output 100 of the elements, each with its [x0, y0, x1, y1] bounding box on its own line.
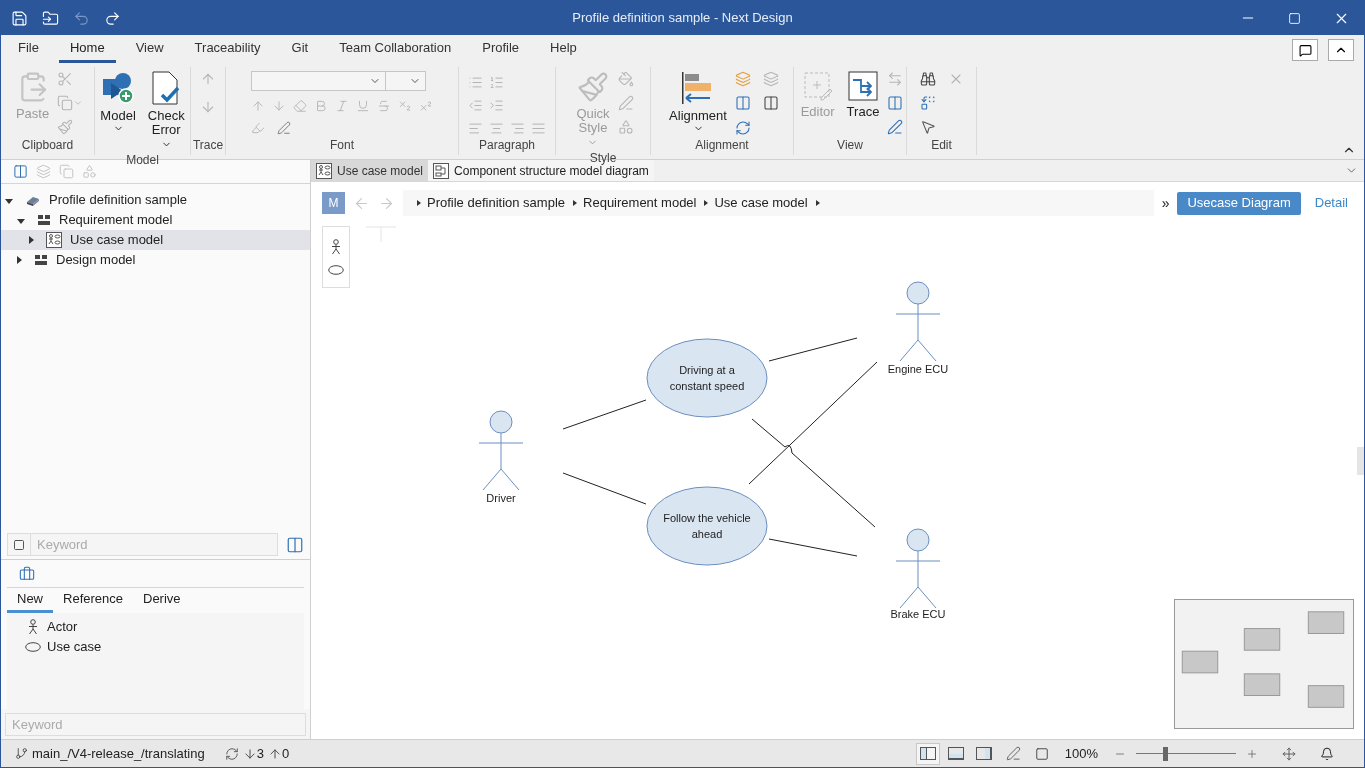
- strikethrough-icon[interactable]: [377, 99, 391, 113]
- columns-icon[interactable]: [887, 95, 904, 111]
- toolbox-item[interactable]: Use case: [7, 637, 304, 657]
- pages-icon[interactable]: [59, 164, 74, 179]
- superscript-icon[interactable]: [419, 99, 433, 113]
- tree-label: Profile definition sample: [49, 191, 188, 210]
- use-case[interactable]: [646, 486, 768, 566]
- find-icon[interactable]: [919, 71, 936, 87]
- folder-icon[interactable]: [42, 9, 59, 27]
- underline-icon[interactable]: [356, 99, 370, 113]
- ribbon-tab[interactable]: Home: [58, 35, 116, 63]
- breadcrumb-arrow-icon[interactable]: [815, 200, 820, 206]
- grow-font-icon[interactable]: [251, 99, 265, 113]
- copy-icon[interactable]: [57, 95, 74, 111]
- document-check-icon: [151, 71, 182, 105]
- fill-icon[interactable]: [617, 71, 634, 87]
- keyword-field[interactable]: Keyword: [5, 712, 306, 736]
- collapse-arrow-icon[interactable]: [5, 198, 13, 204]
- use-case[interactable]: [646, 338, 768, 418]
- toolbox-icon[interactable]: [19, 565, 35, 582]
- zoom-slider-thumb[interactable]: [1163, 746, 1168, 761]
- ribbon-tab[interactable]: Profile: [471, 35, 531, 63]
- toolbox-tab[interactable]: Derive: [133, 588, 191, 613]
- comment-button[interactable]: [1292, 39, 1318, 61]
- collapse-arrow-icon[interactable]: [17, 218, 25, 224]
- swap-icon[interactable]: [887, 71, 904, 87]
- notification-icon[interactable]: [1320, 746, 1334, 761]
- ribbon-tab[interactable]: Traceability: [183, 35, 272, 63]
- tree-item[interactable]: Profile definition sample: [1, 190, 310, 210]
- ribbon-tab[interactable]: View: [124, 35, 175, 63]
- increase-indent-icon[interactable]: [489, 98, 504, 113]
- ribbon-button[interactable]: Alignment: [665, 67, 731, 136]
- breadcrumb-item[interactable]: Profile definition sample: [417, 193, 566, 213]
- branch-name[interactable]: main_/V4-release_/translating: [32, 743, 205, 764]
- overflow-button[interactable]: »: [1161, 192, 1170, 214]
- move-up-icon[interactable]: [200, 71, 216, 87]
- maximize-icon[interactable]: [1288, 11, 1301, 25]
- breadcrumb-item[interactable]: Use case model: [704, 193, 808, 213]
- tree-item[interactable]: Use case model: [1, 230, 310, 250]
- ribbon-button[interactable]: Model: [96, 67, 140, 151]
- breadcrumb-item[interactable]: Requirement model: [573, 193, 697, 213]
- font-size-dropdown[interactable]: [386, 71, 426, 91]
- detail-link[interactable]: Detail: [1308, 193, 1354, 213]
- eraser-icon[interactable]: [293, 99, 307, 113]
- sync-icon[interactable]: [224, 746, 239, 761]
- decrease-indent-icon[interactable]: [468, 98, 483, 113]
- group-label: Font: [330, 137, 354, 154]
- ribbon-button[interactable]: Check Error: [143, 67, 189, 151]
- actor-figure[interactable]: [895, 281, 941, 362]
- actor-figure[interactable]: [478, 410, 524, 491]
- ribbon-tab[interactable]: Help: [539, 35, 588, 63]
- align-center-icon[interactable]: [489, 121, 504, 136]
- zoom-in-icon[interactable]: [1246, 747, 1258, 760]
- tree-item[interactable]: Requirement model: [1, 210, 310, 230]
- ribbon-tab[interactable]: File: [7, 35, 50, 63]
- bullet-list-icon[interactable]: [468, 75, 483, 90]
- undo-icon[interactable]: [73, 9, 90, 27]
- shapes-icon[interactable]: [617, 119, 634, 135]
- layout-button[interactable]: [915, 742, 940, 765]
- redo-icon[interactable]: [104, 9, 121, 27]
- pen-icon[interactable]: [887, 119, 904, 135]
- minimap-node: [1243, 673, 1281, 696]
- expand-arrow-icon[interactable]: [17, 256, 22, 264]
- pen-icon[interactable]: [1005, 746, 1021, 761]
- subscript-icon[interactable]: [398, 99, 412, 113]
- toolbox-item[interactable]: Actor: [7, 617, 304, 637]
- format-painter-icon[interactable]: [57, 119, 74, 135]
- toolbox-tab[interactable]: Reference: [53, 588, 133, 613]
- document-tab[interactable]: Use case model: [311, 160, 429, 181]
- align-left-icon[interactable]: [468, 121, 483, 136]
- line-color-icon[interactable]: [617, 95, 634, 111]
- move-down-icon[interactable]: [200, 99, 216, 115]
- shrink-font-icon[interactable]: [272, 99, 286, 113]
- highlighter-icon[interactable]: [251, 121, 265, 135]
- expand-arrow-icon[interactable]: [29, 236, 34, 244]
- align-justify-icon[interactable]: [531, 121, 546, 136]
- tree-label: Requirement model: [59, 211, 173, 230]
- select-icon[interactable]: [919, 119, 936, 135]
- rotate-icon[interactable]: [734, 119, 751, 136]
- numbered-list-icon[interactable]: [489, 75, 504, 90]
- ribbon-tab[interactable]: Team Collaboration: [328, 35, 463, 63]
- actor-label: Driver: [486, 492, 516, 504]
- scissors-icon[interactable]: [57, 71, 74, 87]
- bold-icon[interactable]: [314, 99, 328, 113]
- ribbon-tab[interactable]: Git: [280, 35, 320, 63]
- fit-icon[interactable]: [1282, 746, 1296, 761]
- align-right-icon[interactable]: [510, 121, 525, 136]
- minimap-node: [1243, 628, 1281, 651]
- font-family-dropdown[interactable]: [251, 71, 386, 91]
- replace-icon[interactable]: [919, 95, 936, 111]
- ribbon-button[interactable]: Trace: [842, 67, 884, 136]
- keyword-field[interactable]: Keyword: [31, 533, 278, 556]
- view-button[interactable]: Usecase Diagram: [1177, 191, 1301, 215]
- save-icon[interactable]: [11, 9, 28, 27]
- collapse-handle[interactable]: [1357, 447, 1364, 475]
- zoom-slider[interactable]: [1136, 746, 1236, 761]
- italic-icon[interactable]: [335, 99, 349, 113]
- tree-item[interactable]: Design model: [1, 250, 310, 270]
- actor-figure[interactable]: [895, 528, 941, 609]
- collapse-button[interactable]: [1328, 39, 1354, 61]
